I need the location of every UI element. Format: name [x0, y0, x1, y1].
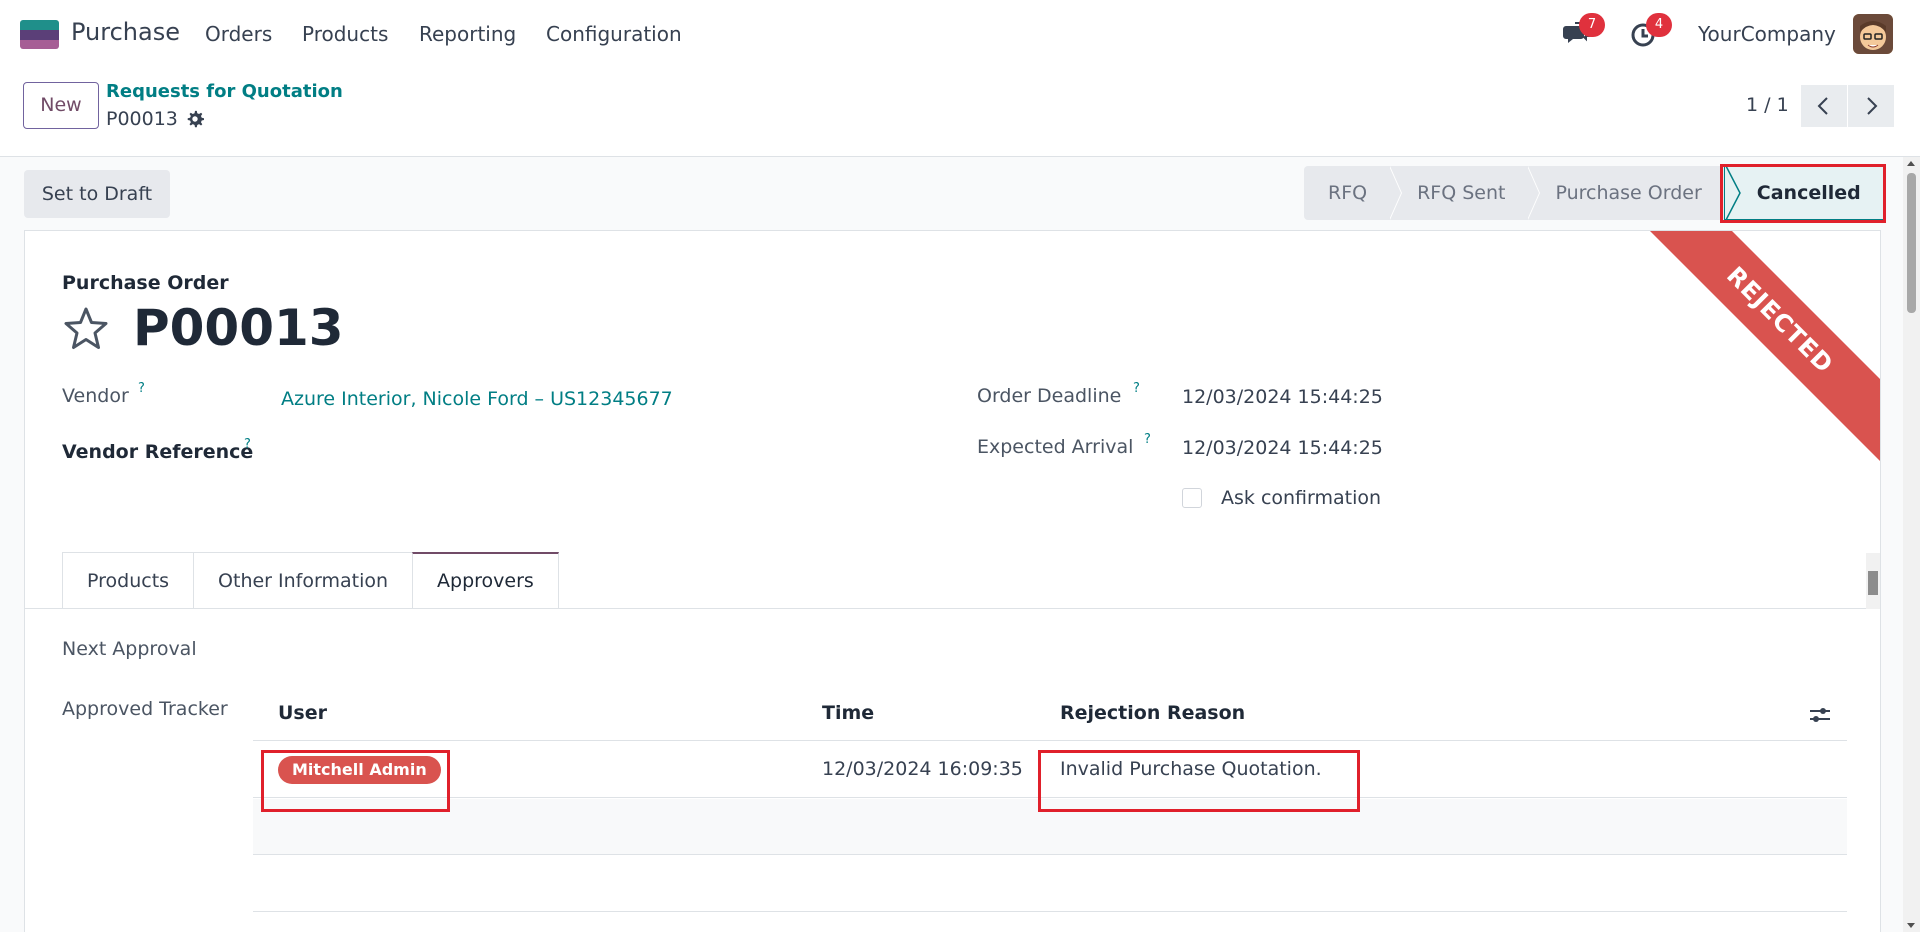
avatar-face-icon — [1853, 14, 1893, 54]
column-user[interactable]: User — [278, 702, 327, 724]
order-deadline-help[interactable]: ? — [1133, 381, 1140, 396]
tabs-divider — [25, 608, 1880, 609]
tab-approvers[interactable]: Approvers — [412, 552, 559, 608]
breadcrumb-parent[interactable]: Requests for Quotation — [106, 81, 343, 102]
column-rejection-reason[interactable]: Rejection Reason — [1060, 702, 1245, 724]
tab-products[interactable]: Products — [62, 552, 195, 608]
star-icon[interactable] — [62, 305, 110, 353]
breadcrumb-current-label: P00013 — [106, 108, 178, 130]
messages-button[interactable]: 7 — [1561, 13, 1605, 51]
highlight-box-reason — [1038, 750, 1360, 812]
chevron-left-icon — [1817, 97, 1828, 115]
ask-confirmation-checkbox[interactable] — [1182, 488, 1202, 508]
pager-previous-button[interactable] — [1801, 85, 1847, 127]
tabs-scrollbar[interactable] — [1866, 553, 1880, 609]
approvers-table-header: User Time Rejection Reason — [253, 687, 1847, 741]
stage-rfq-label: RFQ — [1328, 182, 1368, 204]
next-approval-label: Next Approval — [62, 638, 197, 660]
notebook-tabs: Products Other Information Approvers — [62, 552, 559, 608]
breadcrumb-current: P00013 — [106, 108, 204, 130]
chevron-right-icon — [1867, 97, 1878, 115]
table-row-empty — [253, 856, 1847, 912]
stage-purchase-order[interactable]: Purchase Order — [1527, 166, 1724, 220]
tab-other-information[interactable]: Other Information — [193, 552, 414, 608]
gear-icon[interactable] — [186, 110, 204, 128]
stage-purchase-order-label: Purchase Order — [1555, 182, 1702, 204]
document-name: P00013 — [133, 299, 344, 357]
column-settings-icon[interactable] — [1808, 705, 1832, 725]
vendor-reference-label: Vendor Reference — [62, 441, 254, 463]
order-deadline-field[interactable]: 12/03/2024 15:44:25 — [1182, 386, 1383, 408]
vendor-help[interactable]: ? — [138, 381, 145, 396]
menu-configuration[interactable]: Configuration — [546, 22, 682, 46]
new-button[interactable]: New — [23, 82, 99, 129]
form-sheet: REJECTED Purchase Order P00013 Vendor ? … — [24, 230, 1881, 932]
menu-orders[interactable]: Orders — [205, 22, 272, 46]
company-switcher[interactable]: YourCompany — [1698, 22, 1836, 46]
highlight-box-status — [1720, 164, 1886, 223]
vendor-label: Vendor — [62, 385, 129, 407]
activities-badge: 4 — [1646, 13, 1672, 37]
vendor-field[interactable]: Azure Interior, Nicole Ford – US12345677 — [281, 388, 673, 410]
column-time[interactable]: Time — [822, 702, 874, 724]
expected-arrival-field[interactable]: 12/03/2024 15:44:25 — [1182, 437, 1383, 459]
page-scrollbar[interactable] — [1903, 157, 1920, 932]
stage-rfq-sent[interactable]: RFQ Sent — [1389, 166, 1541, 220]
rejected-ribbon: REJECTED — [1632, 231, 1880, 468]
vendor-reference-help[interactable]: ? — [244, 437, 251, 452]
stage-rfq-sent-label: RFQ Sent — [1417, 182, 1506, 204]
approved-tracker-label: Approved Tracker — [62, 698, 228, 720]
purchase-app-icon[interactable] — [20, 20, 59, 49]
activities-button[interactable]: 4 — [1628, 13, 1672, 51]
menu-products[interactable]: Products — [302, 22, 388, 46]
user-avatar[interactable] — [1853, 14, 1893, 54]
menu-reporting[interactable]: Reporting — [419, 22, 516, 46]
pager-next-button[interactable] — [1848, 85, 1894, 127]
expected-arrival-help[interactable]: ? — [1144, 432, 1151, 447]
highlight-box-user — [261, 750, 450, 812]
row-time: 12/03/2024 16:09:35 — [822, 758, 1023, 780]
messages-badge: 7 — [1579, 13, 1605, 37]
stage-rfq[interactable]: RFQ — [1304, 166, 1403, 220]
expected-arrival-label: Expected Arrival — [977, 436, 1134, 458]
pager-value[interactable]: 1 / 1 — [1746, 94, 1789, 116]
app-name[interactable]: Purchase — [71, 18, 180, 46]
set-to-draft-button[interactable]: Set to Draft — [24, 170, 170, 218]
top-navbar: Purchase Orders Products Reporting Confi… — [0, 0, 1920, 69]
control-panel: New Requests for Quotation P00013 1 / 1 — [0, 69, 1920, 157]
ask-confirmation-label: Ask confirmation — [1221, 487, 1382, 509]
document-type-label: Purchase Order — [62, 272, 229, 294]
order-deadline-label: Order Deadline — [977, 385, 1122, 407]
